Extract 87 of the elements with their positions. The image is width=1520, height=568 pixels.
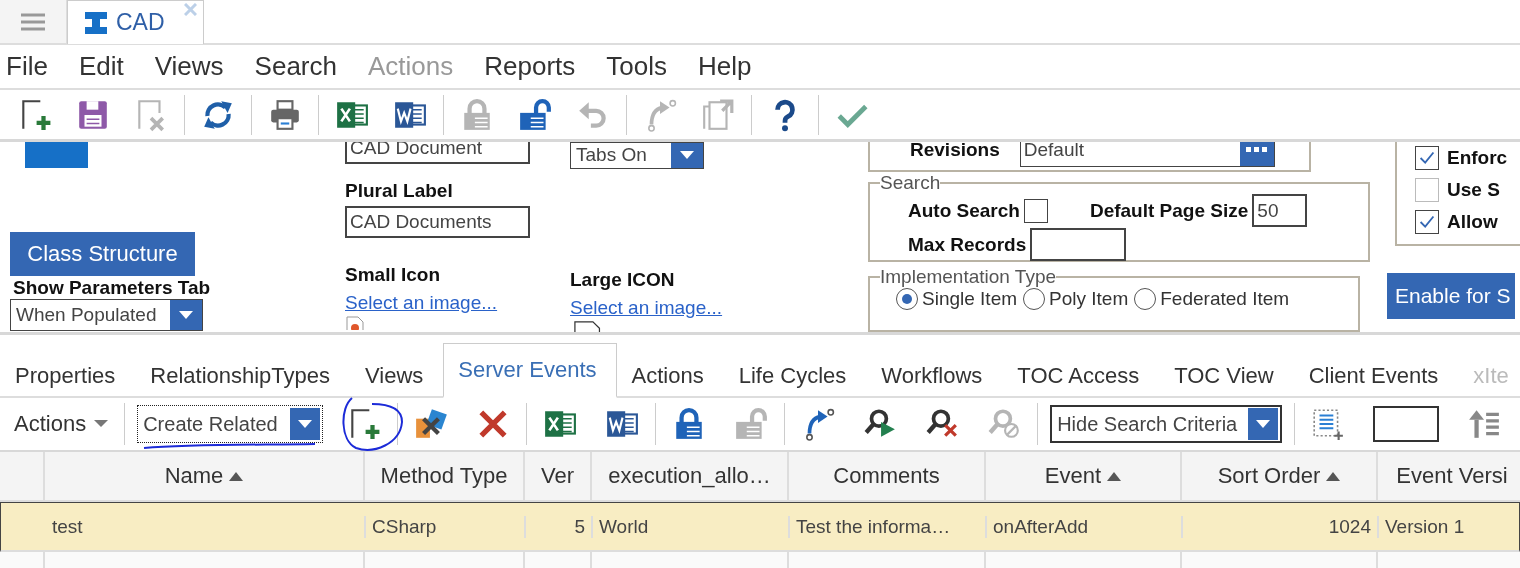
table-cell: test xyxy=(46,515,366,538)
menu-icon[interactable] xyxy=(21,11,45,32)
printer-icon[interactable] xyxy=(268,97,302,132)
sort-arrow-icon xyxy=(1107,471,1122,481)
relationship-tab[interactable]: TOC Access xyxy=(1002,352,1160,398)
checkbox[interactable] xyxy=(1415,210,1439,234)
checkbox[interactable] xyxy=(1415,178,1439,202)
field-label: Auto Search xyxy=(908,199,1020,222)
table-cell: Test the informa… xyxy=(790,515,987,538)
more-icon[interactable] xyxy=(1245,147,1268,154)
sort-arrow-icon xyxy=(229,471,244,481)
relationship-tab[interactable]: Properties xyxy=(0,352,136,398)
column-header[interactable]: Name xyxy=(45,452,365,500)
field-label: Default Page Size xyxy=(1089,199,1249,222)
relationship-tab[interactable]: Life Cycles xyxy=(723,352,867,398)
table-cell: World xyxy=(593,515,790,538)
column-header[interactable]: Event Versi xyxy=(1378,452,1520,500)
field-label: Show Parameters Tab xyxy=(13,277,212,299)
relationship-tab[interactable]: RelationshipTypes xyxy=(135,352,351,398)
relationship-tab[interactable]: Client Events xyxy=(1293,352,1459,398)
i-beam-icon xyxy=(84,10,108,35)
caret-icon xyxy=(179,310,193,320)
field-label: Small Icon xyxy=(345,264,442,286)
column-header[interactable]: Method Type xyxy=(365,452,525,500)
table-cell: CSharp xyxy=(366,515,526,538)
field-label: Large ICON xyxy=(570,268,676,291)
field-label: Revisions xyxy=(910,142,1000,162)
text-field[interactable] xyxy=(1373,406,1440,442)
menu-item[interactable]: Reports xyxy=(484,51,576,82)
icon-preview xyxy=(25,142,88,168)
sort-arrow-icon xyxy=(1326,471,1341,481)
document-tab[interactable]: CAD xyxy=(67,0,204,44)
select-image-link[interactable]: Select an image... xyxy=(345,292,498,314)
group-legend: Search xyxy=(880,172,941,195)
checkbox[interactable] xyxy=(1023,198,1048,223)
caret-icon xyxy=(298,419,313,429)
class-structure-button[interactable]: Class Structure xyxy=(10,232,195,276)
caret-icon xyxy=(94,420,109,428)
checkbox-label: Enforc xyxy=(1447,147,1508,169)
column-header[interactable]: Event xyxy=(986,452,1182,500)
radio-label: Single Item xyxy=(922,288,1018,311)
relationship-tab[interactable]: Actions xyxy=(616,352,724,398)
column-header[interactable]: execution_allo… xyxy=(592,452,789,500)
unlock-icon[interactable] xyxy=(518,97,552,132)
file-icon xyxy=(345,316,365,330)
actions-menu[interactable]: Actions xyxy=(0,411,123,437)
column-header[interactable]: Sort Order xyxy=(1182,452,1378,500)
menu-item[interactable]: Edit xyxy=(78,51,124,82)
parameters-tab-select[interactable]: When Populated xyxy=(10,299,203,331)
table-cell: 5 xyxy=(526,515,593,538)
tiles-x-icon[interactable] xyxy=(414,407,449,441)
column-header[interactable]: Comments xyxy=(789,452,986,500)
relationship-tab[interactable]: TOC View xyxy=(1159,352,1294,398)
column-header[interactable]: Ver xyxy=(525,452,592,500)
table-row[interactable]: test CSharp 5 World Test the informa… onAfterAdd 1024 Version 1 xyxy=(0,502,1520,552)
checkbox-label: Allow xyxy=(1447,211,1498,233)
sort-up-icon[interactable] xyxy=(1467,407,1502,441)
revisions-field[interactable]: Default xyxy=(1019,142,1275,168)
select-image-link[interactable]: Select an image... xyxy=(570,296,723,319)
table-cell: onAfterAdd xyxy=(987,515,1183,538)
caret-icon xyxy=(1256,419,1271,429)
checkbox-label: Use S xyxy=(1447,179,1500,201)
relationship-tab[interactable]: Workflows xyxy=(866,352,1003,398)
table-cell: Version 1 xyxy=(1379,515,1520,538)
group-legend: Implementation Type xyxy=(880,266,1057,289)
menu-item[interactable]: Help xyxy=(698,51,752,82)
radio-label: Federated Item xyxy=(1160,288,1290,311)
menu-item[interactable]: File xyxy=(6,51,48,82)
relationship-select[interactable]: Hide Search Criteria xyxy=(1050,405,1283,443)
field-label: Plural Label xyxy=(345,180,454,202)
menu-item[interactable]: Tools xyxy=(606,51,667,82)
checkbox[interactable] xyxy=(1415,146,1439,170)
caret-icon xyxy=(680,150,694,160)
tabs-select[interactable]: Tabs On xyxy=(570,142,704,169)
enable-button[interactable]: Enable for S xyxy=(1387,273,1515,319)
radio-label: Poly Item xyxy=(1049,288,1129,311)
field-label: Max Records xyxy=(908,233,1027,256)
list-add-icon[interactable] xyxy=(1311,407,1346,441)
text-field[interactable]: CAD Documents xyxy=(345,206,530,238)
relationship-tab[interactable]: Views xyxy=(350,352,444,398)
max-records-field[interactable] xyxy=(1030,228,1127,262)
menu-item[interactable]: Views xyxy=(154,51,224,82)
table-cell: 1024 xyxy=(1183,515,1379,538)
page-size-field[interactable]: 50 xyxy=(1252,194,1308,228)
relationship-tab[interactable]: Server Events xyxy=(443,343,617,398)
relationship-select[interactable]: Create Related xyxy=(137,405,324,443)
menu-item[interactable]: Search xyxy=(254,51,337,82)
